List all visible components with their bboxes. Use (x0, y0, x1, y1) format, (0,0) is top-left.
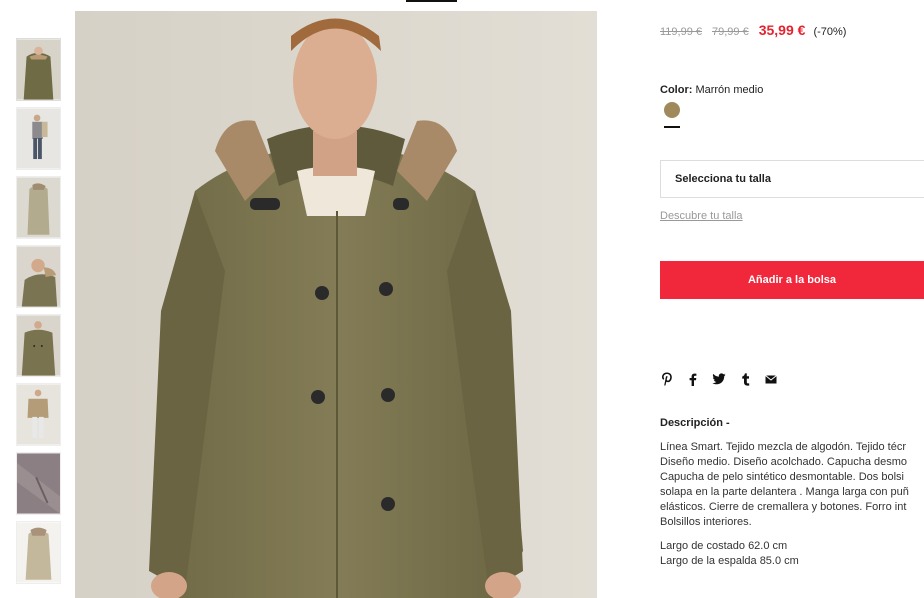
description-body: Línea Smart. Tejido mezcla de algodón. T… (660, 440, 924, 530)
size-guide-link[interactable]: Descubre tu talla (660, 210, 743, 222)
description-title: Descripción - (660, 417, 730, 429)
tumblr-icon[interactable] (738, 372, 752, 386)
size-select[interactable]: Selecciona tu talla (660, 160, 924, 198)
description-line: elásticos. Cierre de cremallera y botone… (660, 501, 907, 513)
description-line: Capucha de pelo sintético desmontable. D… (660, 471, 904, 483)
thumbnail-2[interactable] (16, 107, 61, 170)
measurement-line: Largo de la espalda 85.0 cm (660, 555, 799, 567)
twitter-icon[interactable] (712, 372, 726, 386)
thumbnail-6[interactable] (16, 383, 61, 446)
color-value: Marrón medio (695, 84, 764, 96)
thumbnail-gallery (16, 38, 62, 590)
thumbnail-5[interactable] (16, 314, 61, 377)
discount-badge: (-70%) (813, 26, 847, 38)
email-icon[interactable] (764, 372, 778, 386)
original-price-2: 79,99 € (712, 26, 749, 38)
product-details-panel: 119,99 € 79,99 € 35,99 € (-70%) Color: M… (660, 0, 924, 598)
color-swatch-marron-medio[interactable] (664, 102, 680, 118)
color-label: Color: Marrón medio (660, 84, 763, 96)
size-select-label: Selecciona tu talla (675, 173, 771, 185)
current-price: 35,99 € (758, 22, 806, 38)
active-tab-indicator (406, 0, 457, 2)
description-line: Línea Smart. Tejido mezcla de algodón. T… (660, 441, 907, 453)
measurements: Largo de costado 62.0 cm Largo de la esp… (660, 539, 799, 569)
add-to-bag-button[interactable]: Añadir a la bolsa (660, 261, 924, 299)
thumbnail-7[interactable] (16, 452, 61, 515)
original-price-1: 119,99 € (660, 26, 703, 38)
share-icons (660, 372, 790, 386)
description-line: solapa en la parte delantera . Manga lar… (660, 486, 909, 498)
price-row: 119,99 € 79,99 € 35,99 € (-70%) (660, 22, 846, 38)
thumbnail-4[interactable] (16, 245, 61, 308)
thumbnail-3[interactable] (16, 176, 61, 239)
swatch-selected-indicator (664, 126, 680, 128)
color-label-title: Color: (660, 84, 693, 96)
description-line: Bolsillos interiores. (660, 516, 752, 528)
description-line: Diseño medio. Diseño acolchado. Capucha … (660, 456, 908, 468)
main-product-image[interactable] (75, 11, 597, 598)
thumbnail-1[interactable] (16, 38, 61, 101)
measurement-line: Largo de costado 62.0 cm (660, 540, 788, 552)
pinterest-icon[interactable] (660, 372, 674, 386)
thumbnail-8[interactable] (16, 521, 61, 584)
facebook-icon[interactable] (686, 372, 700, 386)
